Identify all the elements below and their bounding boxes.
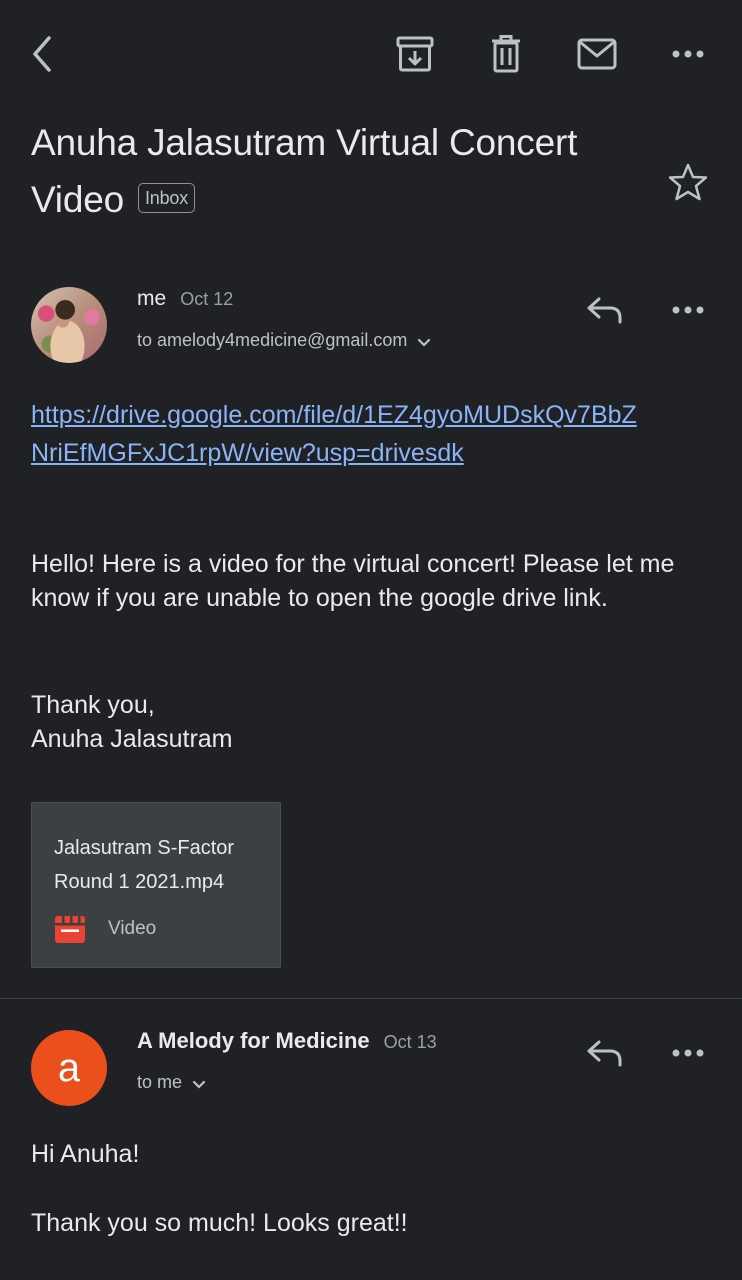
message-header[interactable]: me Oct 12 to amelody4medicine@gmail.com [0,282,742,372]
message-more-button[interactable] [662,1027,714,1079]
chevron-down-icon [192,1080,206,1089]
archive-button[interactable] [389,28,441,80]
drive-link[interactable]: https://drive.google.com/file/d/1EZ4gyoM… [31,396,651,472]
email-subject: Anuha Jalasutram Virtual Concert Video In… [31,114,651,228]
chevron-left-icon [33,36,51,72]
message-greeting: Hi Anuha! [31,1140,140,1168]
sender-line: me Oct 12 [137,287,233,311]
sender-name: A Melody for Medicine [137,1028,370,1053]
mark-unread-button[interactable] [571,28,623,80]
reply-icon [587,1040,622,1067]
video-clapper-icon [55,916,85,943]
sender-avatar[interactable]: a [31,1030,107,1106]
attachment-filename: Jalasutram S-Factor Round 1 2021.mp4 [54,837,235,893]
message-divider [0,998,742,999]
reply-icon [587,297,622,324]
recipient-details-toggle[interactable]: to me [137,1072,206,1093]
inbox-label-badge[interactable]: Inbox [137,183,196,214]
subject-title: Anuha Jalasutram Virtual Concert Video [31,122,578,220]
message-more-button[interactable] [662,284,714,336]
sender-name: me [137,287,167,310]
recipient-details-toggle[interactable]: to amelody4medicine@gmail.com [137,330,431,351]
chevron-down-icon [418,338,431,347]
sender-avatar[interactable] [31,287,107,363]
message-body: Thank you so much! Looks great!! [31,1209,408,1237]
signoff: Thank you, Anuha Jalasutram [31,688,691,756]
reply-button[interactable] [579,284,631,336]
sender-line: A Melody for Medicine Oct 13 [137,1028,437,1054]
signoff-name: Anuha Jalasutram [31,725,233,753]
archive-icon [396,36,434,72]
message-date: Oct 13 [383,1032,437,1052]
signoff-line: Thank you, [31,691,155,719]
reply-button[interactable] [579,1027,631,1079]
more-horizontal-icon [672,306,704,314]
video-attachment[interactable]: Jalasutram S-Factor Round 1 2021.mp4 Vid… [31,802,281,968]
more-horizontal-icon [672,50,704,58]
attachment-type: Video [54,913,156,945]
top-toolbar [0,0,742,106]
star-outline-icon [668,163,708,201]
recipient-text: to me [137,1072,183,1092]
delete-button[interactable] [480,28,532,80]
recipient-text: to amelody4medicine@gmail.com [137,330,408,350]
message-body: Hello! Here is a video for the virtual c… [31,550,675,612]
more-options-button[interactable] [662,28,714,80]
message-header[interactable]: a A Melody for Medicine Oct 13 to me [0,1024,742,1114]
mail-icon [577,38,617,70]
trash-icon [492,35,520,73]
back-button[interactable] [16,28,68,80]
message-date: Oct 12 [180,289,234,309]
star-button[interactable] [664,158,712,206]
more-horizontal-icon [672,1049,704,1057]
attachment-type-label: Video [108,918,157,939]
